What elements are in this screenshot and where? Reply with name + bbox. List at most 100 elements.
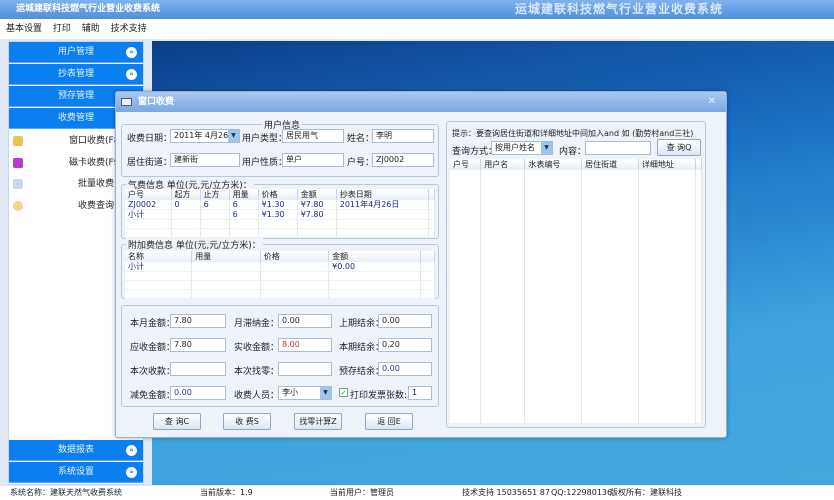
column-header[interactable]: 用户名 <box>480 159 526 171</box>
table-cell: 6 <box>200 200 230 210</box>
query-button[interactable]: 查 询C <box>153 413 201 430</box>
month-amount-field[interactable]: 7.80 <box>170 314 226 328</box>
menu-basic-settings[interactable]: 基本设置 <box>6 24 42 34</box>
received-field[interactable] <box>170 362 226 376</box>
column-header <box>695 159 703 171</box>
section-label: 抄表管理 <box>57 69 94 79</box>
table-cell: 6 <box>229 200 259 210</box>
section-label: 用户管理 <box>57 47 94 57</box>
menu-assist[interactable]: 辅助 <box>82 24 100 34</box>
paid-field[interactable]: 8.00 <box>278 338 332 352</box>
table-cell: 2011年4月26日 <box>336 200 430 210</box>
table-row <box>450 170 703 425</box>
table-cell: 0 <box>171 200 201 210</box>
last-balance-field[interactable]: 0.00 <box>378 314 432 328</box>
column-header[interactable]: 用量 <box>191 251 261 262</box>
column-header[interactable]: 起方 <box>171 189 201 200</box>
late-fee-field[interactable]: 0.00 <box>278 314 332 328</box>
chat-icon <box>13 201 23 211</box>
menu-bar: 基本设置 打印 辅助 技术支持 <box>0 19 834 39</box>
this-balance-field[interactable]: 0.20 <box>378 338 432 352</box>
street-field[interactable]: 建新街 <box>170 153 240 167</box>
print-invoice-checkbox[interactable]: ✓ <box>339 388 348 397</box>
column-header[interactable]: 户号 <box>450 159 482 171</box>
column-header[interactable]: 价格 <box>260 251 330 262</box>
chevron-down-icon[interactable]: » <box>126 445 137 456</box>
gas-fee-group: 气费信息 单位(元,元/立方米)： 户号 起方 止方 用量 价格 金额 抄表日期 ZJ0002… <box>121 178 439 239</box>
table-cell <box>171 228 201 238</box>
column-header[interactable]: 居住街道 <box>581 159 639 171</box>
sidebar-section-meter[interactable]: 抄表管理 » <box>9 64 143 85</box>
menu-tech-support[interactable]: 技术支持 <box>111 24 147 34</box>
table-cell <box>200 219 230 229</box>
summary-group: 本月金额： 7.80 月滞纳金： 0.00 上期结余： 0.00 应收金额： 7… <box>121 305 439 407</box>
copies-field[interactable]: 1 <box>408 386 432 400</box>
chevron-down-icon[interactable]: ▼ <box>320 387 331 399</box>
cashier-select[interactable]: 李小 ▼ <box>278 386 332 400</box>
chevron-down-icon[interactable]: » <box>126 467 137 478</box>
close-icon[interactable]: ✕ <box>708 92 716 112</box>
column-header[interactable]: 止方 <box>200 189 230 200</box>
column-header[interactable]: 金额 <box>297 189 337 200</box>
user-nature-field[interactable]: 单户 <box>282 153 344 167</box>
table-row <box>125 280 435 290</box>
discount-field[interactable]: 0.00 <box>170 386 226 400</box>
chevron-down-icon[interactable]: » <box>126 69 137 80</box>
table-cell <box>260 289 330 299</box>
table-row[interactable]: 小计 6 ¥1.30 ¥7.80 <box>125 209 435 220</box>
search-content-input[interactable] <box>585 141 651 155</box>
sidebar-section-reports[interactable]: 数据报表 » <box>9 440 143 461</box>
column-header[interactable]: 名称 <box>125 251 193 262</box>
return-button[interactable]: 返 回E <box>365 413 413 430</box>
table-cell: ¥1.30 <box>258 200 298 210</box>
table-cell <box>191 271 261 281</box>
section-label: 收费管理 <box>57 113 94 123</box>
column-header[interactable]: 详细地址 <box>638 159 696 171</box>
search-hint: 提示：要查询居住街道和详细地址中间加入and 如 (勤劳村and三社) <box>452 129 694 138</box>
table-row[interactable]: 小计 ¥0.00 <box>125 262 435 272</box>
search-mode-value: 按用户姓名 <box>495 143 535 152</box>
dialog-title-bar[interactable]: 窗口收费 ✕ <box>116 92 726 112</box>
table-row[interactable]: ZJ0002 0 6 6 ¥1.30 ¥7.80 2011年4月26日 <box>125 200 435 210</box>
search-button[interactable]: 查 询Q <box>657 139 701 156</box>
column-header[interactable]: 水表编号 <box>524 159 583 171</box>
calc-change-button[interactable]: 找零计算Z <box>294 413 342 430</box>
table-cell: ¥0.00 <box>328 262 422 272</box>
table-cell <box>229 228 259 238</box>
column-header[interactable]: 用量 <box>229 189 259 200</box>
column-header[interactable]: 金额 <box>328 251 422 262</box>
section-label: 预存管理 <box>57 91 94 101</box>
table-cell <box>200 228 230 238</box>
column-header[interactable]: 价格 <box>258 189 298 200</box>
sidebar-section-user[interactable]: 用户管理 » <box>9 42 143 63</box>
table-cell <box>191 289 261 299</box>
cashier-label: 收费人员： <box>234 391 280 401</box>
column-header[interactable]: 户号 <box>125 189 172 200</box>
content-label: 内容： <box>559 147 587 157</box>
table-cell <box>229 219 259 229</box>
search-mode-select[interactable]: 按用户姓名 ▼ <box>491 141 553 155</box>
prepaid-field[interactable]: 0.00 <box>378 362 432 376</box>
date-picker[interactable]: 2011年 4月26日 ▼ <box>170 129 240 143</box>
name-field[interactable]: 李明 <box>372 129 434 143</box>
table-cell <box>336 219 430 229</box>
due-field[interactable]: 7.80 <box>170 338 226 352</box>
table-row <box>125 219 435 229</box>
sidebar-section-settings[interactable]: 系统设置 » <box>9 462 143 483</box>
table-cell <box>191 262 261 272</box>
column-header[interactable]: 抄表日期 <box>336 189 430 200</box>
chevron-down-icon[interactable]: ▼ <box>228 130 239 142</box>
account-field[interactable]: ZJ0002 <box>372 153 434 167</box>
extra-fee-group: 附加费信息 单位(元,元/立方米)： 名称 用量 价格 金额 小计 ¥0.00 <box>121 238 439 299</box>
chevron-down-icon[interactable]: ▼ <box>541 142 552 154</box>
chevron-down-icon[interactable]: » <box>126 47 137 58</box>
change-field[interactable] <box>278 362 332 376</box>
print-invoice-label: 打印发票 <box>350 391 387 401</box>
table-cell <box>125 271 193 281</box>
menu-print[interactable]: 打印 <box>53 24 71 34</box>
name-label: 姓名： <box>347 134 375 144</box>
table-cell <box>297 219 337 229</box>
charge-button[interactable]: 收 费S <box>223 413 271 430</box>
user-type-field[interactable]: 居民用气 <box>282 129 344 143</box>
extra-fee-table: 名称 用量 价格 金额 小计 ¥0.00 <box>125 251 435 299</box>
